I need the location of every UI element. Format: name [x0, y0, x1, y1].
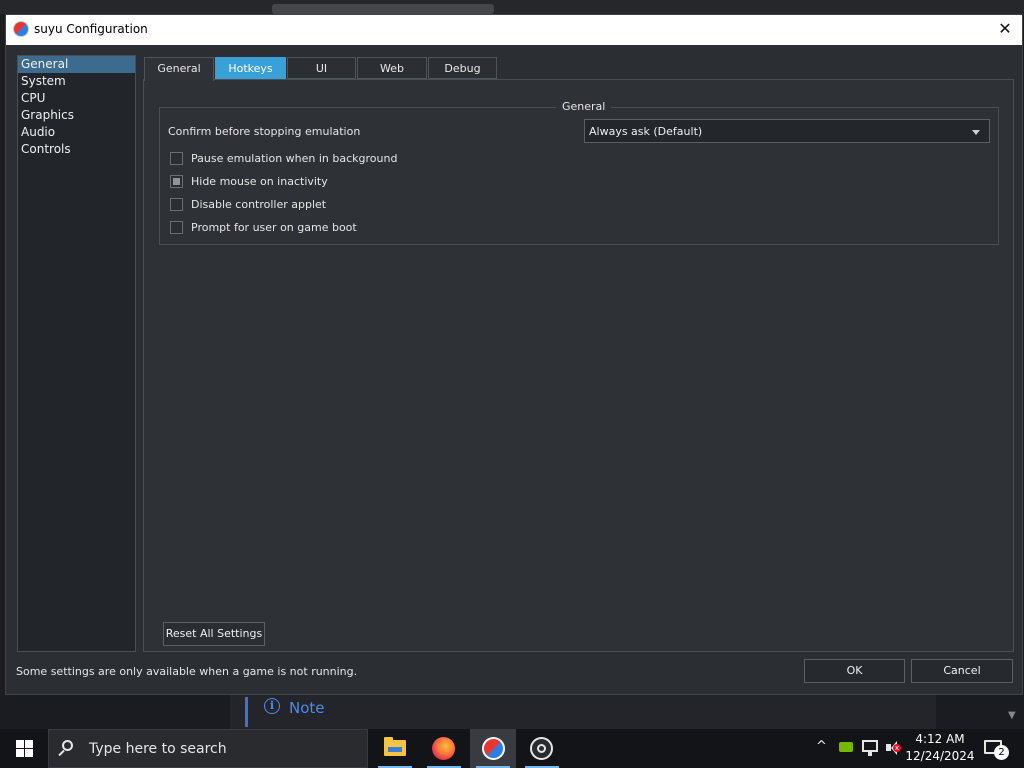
search-icon	[62, 740, 73, 751]
clock-time: 4:12 AM	[915, 732, 965, 746]
suyu-icon	[482, 737, 505, 760]
configuration-dialog: suyu Configuration ✕ General System CPU …	[5, 14, 1023, 695]
pause-in-background-checkbox[interactable]: Pause emulation when in background	[170, 151, 397, 167]
confirm-stop-value: Always ask (Default)	[589, 125, 703, 138]
checkbox-box[interactable]	[170, 221, 183, 234]
scroll-down-arrow-icon[interactable]: ▼	[1008, 710, 1016, 721]
file-explorer-icon	[384, 737, 406, 756]
prompt-user-on-boot-checkbox[interactable]: Prompt for user on game boot	[170, 220, 360, 236]
dropdown-arrow-icon	[972, 130, 980, 135]
reset-all-settings-button[interactable]: Reset All Settings	[163, 622, 265, 646]
footer-note: Some settings are only available when a …	[16, 665, 358, 678]
taskbar-search-box[interactable]: Type here to search	[48, 729, 368, 768]
tab-web[interactable]: Web	[357, 57, 427, 79]
checkbox-label: Prompt for user on game boot	[191, 221, 357, 234]
mute-indicator-icon: x	[893, 744, 901, 752]
suyu-app-icon	[13, 21, 29, 37]
start-button[interactable]	[0, 729, 48, 768]
search-placeholder: Type here to search	[89, 741, 227, 757]
sidebar-item-cpu[interactable]: CPU	[18, 90, 135, 107]
disable-controller-applet-checkbox[interactable]: Disable controller applet	[170, 197, 330, 213]
confirm-stop-dropdown[interactable]: Always ask (Default)	[584, 119, 990, 143]
clock-date: 12/24/2024	[905, 749, 975, 763]
obs-studio-icon	[530, 737, 553, 760]
background-note-title: Note	[289, 699, 325, 717]
background-note-accent	[245, 697, 248, 727]
windows-logo-icon	[16, 740, 33, 757]
ok-button[interactable]: OK	[804, 659, 905, 683]
general-group-box: General Confirm before stopping emulatio…	[159, 100, 999, 245]
sidebar-item-graphics[interactable]: Graphics	[18, 107, 135, 124]
title-bar: suyu Configuration ✕	[6, 15, 1022, 45]
notification-count-badge: 2	[994, 745, 1009, 760]
category-sidebar: General System CPU Graphics Audio Contro…	[17, 55, 136, 652]
taskbar-suyu[interactable]	[470, 729, 516, 768]
nvidia-tray-icon[interactable]	[839, 742, 853, 752]
sidebar-item-controls[interactable]: Controls	[18, 141, 135, 158]
sidebar-item-system[interactable]: System	[18, 73, 135, 90]
cancel-button[interactable]: Cancel	[911, 659, 1013, 683]
show-hidden-icons-chevron-icon[interactable]: ^	[816, 739, 827, 754]
background-window-top	[0, 0, 1024, 14]
checkbox-box[interactable]	[170, 198, 183, 211]
window-title: suyu Configuration	[34, 22, 148, 36]
checkbox-label: Pause emulation when in background	[191, 152, 398, 165]
info-icon: i	[264, 698, 280, 714]
tab-ui[interactable]: UI	[287, 57, 356, 79]
checkbox-label: Hide mouse on inactivity	[191, 175, 328, 188]
taskbar-file-explorer[interactable]	[372, 729, 418, 768]
tab-debug[interactable]: Debug	[428, 57, 497, 79]
sidebar-item-general[interactable]: General	[18, 56, 135, 73]
tab-general[interactable]: General	[144, 57, 214, 81]
taskbar-firefox[interactable]	[421, 729, 467, 768]
hide-mouse-checkbox[interactable]: Hide mouse on inactivity	[170, 174, 330, 190]
firefox-icon	[432, 737, 455, 760]
sidebar-item-audio[interactable]: Audio	[18, 124, 135, 141]
background-scrollbar	[272, 4, 494, 14]
checkbox-label: Disable controller applet	[191, 198, 327, 211]
group-title: General	[556, 100, 612, 113]
action-center-button[interactable]: 2	[976, 729, 1016, 768]
system-clock[interactable]: 4:12 AM 12/24/2024	[905, 731, 975, 765]
checkbox-box[interactable]	[170, 175, 183, 188]
close-button[interactable]: ✕	[994, 18, 1016, 40]
general-tab-panel: General Confirm before stopping emulatio…	[143, 79, 1014, 652]
checkbox-box[interactable]	[170, 152, 183, 165]
tab-hotkeys[interactable]: Hotkeys	[215, 57, 286, 79]
taskbar: Type here to search ^ x 4:12 AM 12/24/20…	[0, 729, 1024, 768]
taskbar-obs-studio[interactable]	[519, 729, 565, 768]
confirm-stop-label: Confirm before stopping emulation	[168, 125, 361, 138]
network-icon[interactable]	[862, 740, 878, 756]
background-note-panel	[230, 695, 936, 729]
